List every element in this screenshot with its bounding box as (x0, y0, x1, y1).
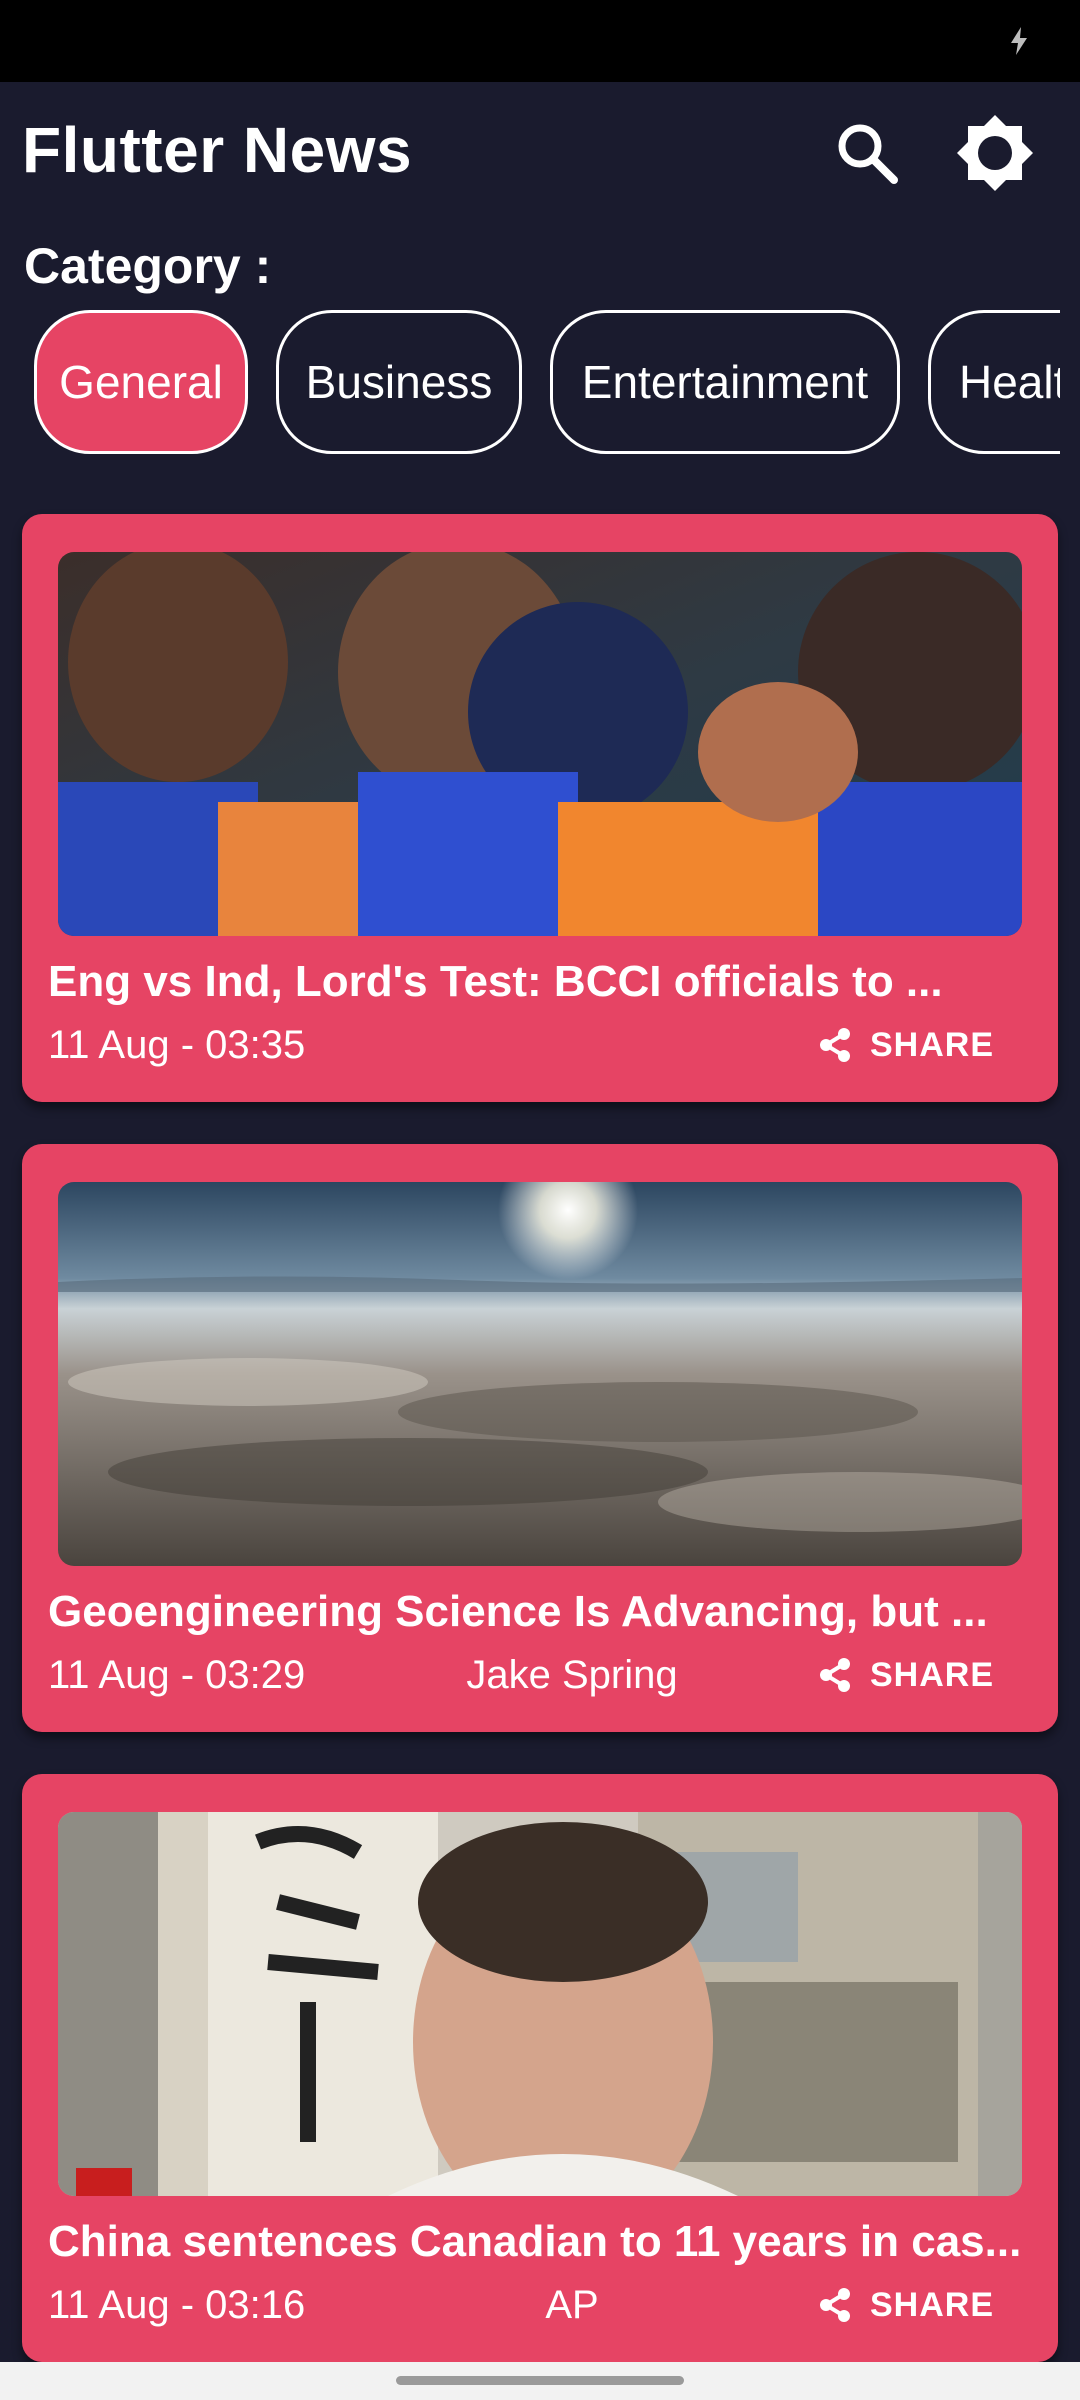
article-date: 11 Aug - 03:35 (48, 1023, 306, 1067)
chip-business[interactable]: Business (276, 310, 522, 454)
status-bar (0, 0, 1080, 82)
share-button[interactable]: SHARE (818, 2276, 994, 2334)
theme-toggle-button[interactable] (950, 108, 1040, 198)
home-gesture-handle[interactable] (396, 2376, 684, 2385)
category-label: Category : (24, 238, 272, 294)
search-icon (838, 124, 898, 184)
article-source: Jake Spring (466, 1653, 678, 1697)
share-label: SHARE (870, 1655, 995, 1694)
app-title: Flutter News (22, 114, 413, 186)
chip-health[interactable]: Health (928, 310, 1060, 454)
category-chip-list[interactable]: General Business Entertainment Health (0, 310, 1060, 462)
brightness-icon (957, 115, 1033, 191)
share-button[interactable]: SHARE (818, 1646, 994, 1704)
charging-icon (1011, 27, 1027, 55)
news-card[interactable]: Geoengineering Science Is Advancing, but… (22, 1144, 1058, 1732)
news-card[interactable]: Eng vs Ind, Lord's Test: BCCI officials … (22, 514, 1058, 1102)
article-title[interactable]: Geoengineering Science Is Advancing, but… (48, 1584, 1032, 1640)
share-label: SHARE (870, 1025, 995, 1064)
article-source: AP (545, 2283, 599, 2327)
article-title[interactable]: Eng vs Ind, Lord's Test: BCCI officials … (48, 954, 1032, 1010)
article-image[interactable] (58, 552, 1022, 936)
share-icon (820, 1028, 850, 1062)
article-title[interactable]: China sentences Canadian to 11 years in … (48, 2214, 1032, 2270)
chip-entertainment[interactable]: Entertainment (550, 310, 900, 454)
chip-general[interactable]: General (34, 310, 248, 454)
news-card[interactable]: China sentences Canadian to 11 years in … (22, 1774, 1058, 2362)
article-date: 11 Aug - 03:16 (48, 2283, 306, 2327)
system-navigation-bar (0, 2362, 1080, 2400)
article-image[interactable] (58, 1182, 1022, 1566)
share-icon (820, 1658, 850, 1692)
share-button[interactable]: SHARE (818, 1016, 994, 1074)
article-image[interactable] (58, 1812, 1022, 2196)
search-button[interactable] (822, 108, 912, 198)
share-icon (820, 2288, 850, 2322)
share-label: SHARE (870, 2285, 995, 2324)
article-date: 11 Aug - 03:29 (48, 1653, 306, 1697)
